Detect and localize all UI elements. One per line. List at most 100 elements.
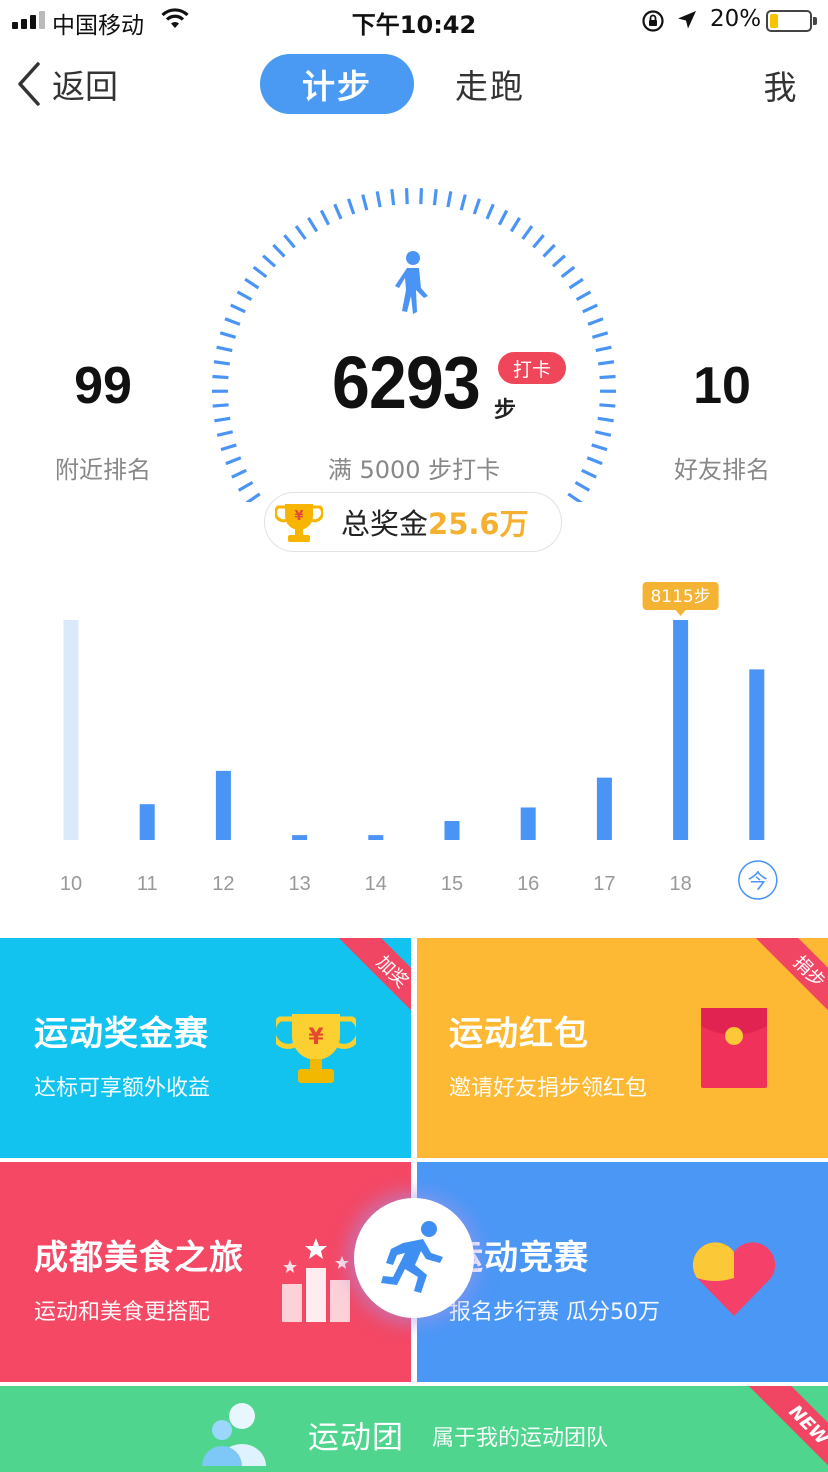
- podium-icon: [282, 1238, 350, 1322]
- tick-label-18: 18: [669, 873, 691, 895]
- nearby-rank-label: 附近排名: [55, 456, 151, 484]
- checkin-badge[interactable]: 打卡: [498, 352, 566, 384]
- start-run-button[interactable]: [354, 1198, 474, 1318]
- gauge-tick: [542, 243, 556, 258]
- gauge-tick: [591, 331, 609, 339]
- red-packet-card[interactable]: 运动红包 邀请好友捐步领红包 捐步: [417, 938, 828, 1158]
- chengdu-food-tour-card[interactable]: 成都美食之旅 运动和美食更搭配: [0, 1162, 411, 1382]
- chart-bar-10[interactable]: [63, 620, 79, 840]
- chart-bar-16[interactable]: [520, 807, 536, 840]
- gauge-tick: [361, 194, 369, 211]
- gauge-tick: [333, 203, 343, 220]
- tab-step-count[interactable]: 计步: [260, 54, 414, 114]
- tick-label-17: 17: [593, 873, 615, 895]
- gauge-tick: [591, 443, 608, 452]
- gauge-tick: [216, 430, 234, 437]
- gauge-tick: [459, 194, 467, 211]
- card-subtitle: 报名步行赛 瓜分50万: [449, 1300, 660, 1325]
- trophy-icon: ¥: [276, 1014, 356, 1083]
- gauge-tick: [212, 403, 229, 408]
- battery-icon: [766, 10, 812, 32]
- gauge-tick: [283, 234, 296, 249]
- friend-rank-value[interactable]: 10: [662, 356, 782, 416]
- gauge-tick: [230, 303, 246, 314]
- gauge-tick: [599, 374, 616, 380]
- nearby-rank-value[interactable]: 99: [40, 356, 166, 416]
- highlight-label: 8115步: [650, 587, 710, 607]
- tick-label-10: 10: [60, 873, 82, 895]
- checkin-goal-text: 满 5000 步打卡: [327, 456, 501, 484]
- chevron-left-icon: [18, 62, 40, 106]
- gauge-tick: [272, 243, 286, 258]
- me-button[interactable]: 我: [750, 60, 810, 110]
- today-step-count: 6293: [332, 341, 481, 424]
- gauge-tick: [262, 254, 277, 268]
- gauge-tick: [586, 456, 603, 466]
- gauge-tick: [599, 403, 616, 408]
- rotation-lock-icon: [642, 10, 664, 32]
- gauge-tick: [347, 198, 356, 215]
- gauge-tick: [575, 290, 592, 302]
- gauge-tick: [307, 216, 319, 233]
- gauge-tick: [252, 265, 268, 279]
- svg-text:¥: ¥: [294, 509, 303, 524]
- tick-label-14: 14: [365, 873, 387, 895]
- back-button[interactable]: 返回: [14, 58, 118, 110]
- gauge-tick: [560, 265, 576, 279]
- chart-bar-13[interactable]: [292, 835, 308, 840]
- chart-bar-18[interactable]: [673, 620, 689, 840]
- gauge-tick: [587, 317, 604, 326]
- steps-unit: 步: [494, 398, 517, 423]
- trophy-icon: ¥: [275, 504, 323, 542]
- battery-cap: [813, 17, 817, 25]
- gauge-tick: [244, 277, 260, 290]
- gauge-tick: [319, 209, 331, 226]
- sports-team-bar[interactable]: 运动团 属于我的运动团队 NEW: [0, 1386, 828, 1472]
- card-title: 成都美食之旅: [34, 1238, 244, 1278]
- gauge-tick: [485, 203, 495, 220]
- tick-label-11: 11: [137, 873, 158, 895]
- highlight-tooltip: 8115步: [642, 582, 719, 616]
- sports-competition-card[interactable]: 运动竞赛 报名步行赛 瓜分50万: [417, 1162, 828, 1382]
- group-avatar-icon: [202, 1403, 266, 1466]
- battery-percent: 20%: [710, 6, 762, 32]
- card-title: 运动奖金赛: [34, 1014, 209, 1054]
- back-label: 返回: [52, 67, 118, 106]
- gauge-tick: [225, 456, 242, 466]
- bonus-race-card[interactable]: 运动奖金赛 达标可享额外收益 加奖 ¥: [0, 938, 411, 1158]
- gauge-tick: [419, 188, 424, 205]
- gauge-tick: [375, 191, 382, 208]
- clock: 下午10:42: [351, 11, 477, 39]
- chart-bar-14[interactable]: [368, 835, 384, 840]
- gauge-tick: [532, 234, 545, 249]
- total-prize-button[interactable]: ¥ 总奖金 25.6万: [264, 492, 562, 552]
- chart-bar-17[interactable]: [596, 777, 612, 840]
- gauge-tick: [497, 209, 509, 226]
- new-ribbon-badge: NEW: [745, 1386, 828, 1472]
- chart-bar-11[interactable]: [139, 804, 155, 840]
- gauge-tick: [220, 443, 237, 452]
- card-title: 运动红包: [449, 1014, 589, 1054]
- gauge-tick: [236, 290, 253, 302]
- heart-icon: [692, 1242, 776, 1316]
- gauge-tick: [390, 189, 396, 206]
- gauge-tick: [294, 225, 307, 240]
- walking-person-icon: [395, 251, 428, 314]
- location-arrow-icon: [678, 11, 696, 29]
- red-envelope-icon: [701, 1008, 767, 1088]
- gauge-tick: [574, 480, 591, 492]
- card-subtitle: 达标可享额外收益: [34, 1076, 211, 1101]
- gauge-tick: [582, 303, 598, 314]
- gauge-tick: [231, 468, 247, 479]
- gauge-tick: [509, 216, 521, 233]
- gauge-tick: [212, 374, 229, 380]
- gauge-tick: [521, 225, 534, 240]
- gauge-tick: [567, 492, 583, 502]
- status-bar: 中国移动 下午10:42 20%: [0, 0, 828, 44]
- tab-walk-run[interactable]: 走跑: [440, 54, 540, 114]
- gauge-tick: [595, 345, 612, 353]
- chart-bar-12[interactable]: [215, 770, 231, 840]
- chart-bar-15[interactable]: [444, 821, 460, 840]
- chart-bar-今[interactable]: [749, 669, 765, 840]
- card-subtitle: 邀请好友捐步领红包: [449, 1076, 648, 1101]
